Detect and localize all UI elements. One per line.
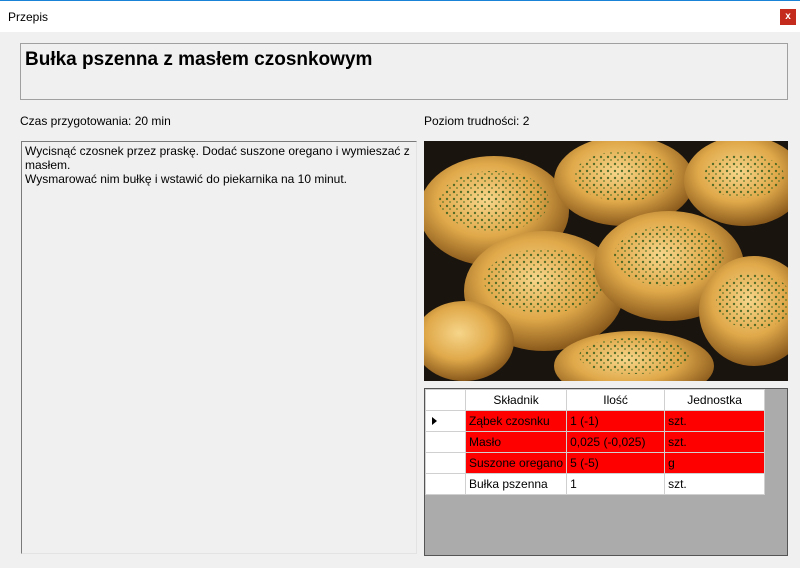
row-header[interactable] [425, 410, 466, 432]
title-bar: Przepis x [0, 0, 800, 32]
column-header-unit[interactable]: Jednostka [664, 389, 766, 411]
cell-ingredient[interactable]: Suszone oregano [464, 452, 568, 474]
table-row[interactable]: Suszone oregano 5 (-5) g [425, 452, 766, 474]
description-textbox[interactable]: Wycisnąć czosnek przez praskę. Dodać sus… [21, 141, 417, 554]
cell-quantity[interactable]: 1 [566, 473, 666, 495]
table-row[interactable]: Ząbek czosnku 1 (-1) szt. [425, 410, 766, 432]
column-header-ingredient[interactable]: Składnik [464, 389, 568, 411]
cell-ingredient[interactable]: Bułka pszenna [464, 473, 568, 495]
row-header-corner [425, 389, 466, 411]
difficulty-label: Poziom trudności: 2 [424, 114, 530, 128]
cell-unit[interactable]: g [664, 452, 766, 474]
column-header-quantity[interactable]: Ilość [566, 389, 666, 411]
prep-time-label: Czas przygotowania: 20 min [20, 114, 171, 128]
table-row[interactable]: Masło 0,025 (-0,025) szt. [425, 431, 766, 453]
ingredients-table: Składnik Ilość Jednostka Ząbek czosnku 1… [425, 389, 766, 495]
ingredients-grid[interactable]: Składnik Ilość Jednostka Ząbek czosnku 1… [424, 388, 788, 556]
window-title: Przepis [8, 10, 49, 24]
header-row: Składnik Ilość Jednostka [425, 389, 766, 411]
cell-unit[interactable]: szt. [664, 473, 766, 495]
cell-quantity[interactable]: 0,025 (-0,025) [566, 431, 666, 453]
cell-unit[interactable]: szt. [664, 410, 766, 432]
row-header[interactable] [425, 431, 466, 453]
current-row-arrow-icon [432, 417, 437, 425]
recipe-name-box: Bułka pszenna z masłem czosnkowym [20, 43, 788, 100]
row-header[interactable] [425, 452, 466, 474]
cell-ingredient[interactable]: Ząbek czosnku [464, 410, 568, 432]
cell-quantity[interactable]: 5 (-5) [566, 452, 666, 474]
row-header[interactable] [425, 473, 466, 495]
close-button[interactable]: x [780, 9, 796, 25]
recipe-photo [424, 141, 788, 381]
table-row[interactable]: Bułka pszenna 1 szt. [425, 473, 766, 495]
recipe-name: Bułka pszenna z masłem czosnkowym [25, 49, 373, 70]
cell-ingredient[interactable]: Masło [464, 431, 568, 453]
cell-unit[interactable]: szt. [664, 431, 766, 453]
garlic-buns-image [424, 141, 788, 381]
cell-quantity[interactable]: 1 (-1) [566, 410, 666, 432]
